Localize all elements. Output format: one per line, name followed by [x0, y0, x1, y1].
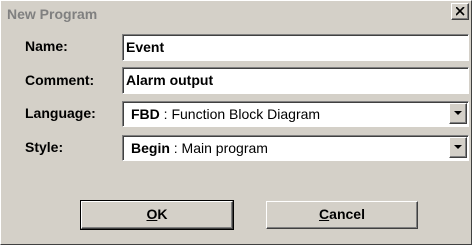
style-selected-value: Begin : Main program	[131, 140, 268, 156]
cancel-mnemonic: C	[319, 206, 330, 222]
ok-button[interactable]: OK	[80, 200, 234, 230]
comment-field-box	[122, 67, 469, 94]
language-description: : Function Block Diagram	[159, 106, 321, 122]
close-x-icon	[456, 7, 465, 16]
style-dropdown-button[interactable]	[449, 137, 467, 158]
name-input[interactable]	[126, 37, 456, 57]
name-label: Name:	[25, 38, 68, 54]
ok-mnemonic: O	[146, 206, 158, 222]
style-select[interactable]: Begin : Main program	[122, 135, 469, 161]
ok-label-rest: K	[157, 206, 168, 222]
title-bar[interactable]: New Program	[3, 3, 469, 25]
name-field-box	[122, 34, 469, 61]
cancel-label-rest: ancel	[329, 206, 365, 222]
comment-input[interactable]	[126, 70, 456, 90]
chevron-down-icon	[454, 111, 462, 115]
comment-label: Comment:	[25, 72, 95, 88]
style-code: Begin	[131, 140, 170, 156]
close-button[interactable]	[451, 3, 469, 20]
language-select[interactable]: FBD : Function Block Diagram	[122, 101, 469, 127]
chevron-down-icon	[454, 145, 462, 149]
cancel-button[interactable]: Cancel	[266, 201, 418, 229]
language-dropdown-button[interactable]	[449, 103, 467, 124]
language-selected-value: FBD : Function Block Diagram	[131, 106, 320, 122]
new-program-dialog: New Program Name: Comment: Language: FBD…	[0, 0, 472, 245]
dialog-title: New Program	[7, 6, 98, 22]
language-code: FBD	[131, 106, 160, 122]
style-description: : Main program	[169, 140, 268, 156]
style-label: Style:	[25, 139, 64, 155]
language-label: Language:	[25, 105, 96, 121]
